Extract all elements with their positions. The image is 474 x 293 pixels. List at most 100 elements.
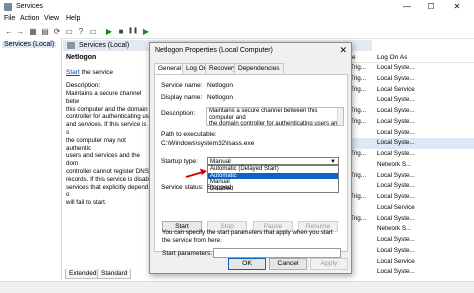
table-row[interactable]: (Trig... Local Syste... — [348, 192, 474, 203]
dialog-description-box: Maintains a secure channel between this … — [206, 107, 344, 126]
table-row[interactable]: Local Syste... — [348, 95, 474, 106]
title-bar: Services — ☐ ✕ — [0, 0, 474, 15]
tree-pane: Services (Local) — [0, 38, 62, 280]
table-row[interactable]: Local Syste... — [348, 138, 474, 149]
start-service-icon[interactable]: ▶ — [104, 27, 114, 36]
refresh-icon[interactable]: ⟳ — [52, 27, 62, 36]
table-row[interactable]: (Trig... Local Syste... — [348, 214, 474, 225]
tab-dependencies[interactable]: Dependencies — [234, 63, 284, 74]
column-startup-type[interactable]: e — [352, 54, 356, 61]
table-row[interactable]: (Trig... Local Syste... — [348, 171, 474, 182]
menu-help[interactable]: Help — [66, 15, 80, 22]
close-button[interactable]: ✕ — [446, 0, 468, 14]
start-params-label: Start parameters: — [162, 250, 213, 257]
table-row[interactable]: (Trig... Local Syste... — [348, 106, 474, 117]
table-row[interactable]: Local Syste... — [348, 128, 474, 139]
general-tab-panel: Service name: Netlogon Display name: Net… — [154, 74, 348, 258]
display-name-value: Netlogon — [207, 94, 234, 101]
description-pane: Netlogon Start the service Description: … — [64, 54, 150, 264]
cancel-button[interactable]: Cancel — [269, 258, 307, 270]
table-row[interactable]: (Trig... Local Syste... — [348, 63, 474, 74]
stop-service-icon[interactable]: ■ — [116, 27, 126, 36]
show-tree-icon[interactable]: ▦ — [28, 27, 38, 36]
table-row[interactable]: Local Syste... — [348, 235, 474, 246]
log-on-as-cell: Local Syste... — [377, 182, 415, 190]
window-title: Services — [16, 3, 43, 10]
menu-file[interactable]: File — [4, 15, 15, 22]
option-automatic-delayed[interactable]: Automatic (Delayed Start) — [208, 166, 338, 173]
log-on-as-cell: Local Syste... — [377, 64, 415, 71]
menu-bar: File Action View Help — [0, 14, 474, 25]
start-params-input[interactable] — [213, 248, 341, 258]
services-app-icon — [4, 3, 12, 11]
log-on-as-cell: Local Syste... — [377, 236, 415, 243]
startup-type-value: Manual — [210, 158, 231, 165]
table-row[interactable]: (Trig... Local Syste... — [348, 117, 474, 128]
properties-icon[interactable]: ▭ — [88, 27, 98, 36]
table-row[interactable]: Local Syste... — [348, 181, 474, 192]
status-bar — [0, 281, 474, 293]
properties-dialog: Netlogon Properties (Local Computer) ✕ G… — [149, 42, 352, 274]
start-link-suffix: the service — [79, 69, 113, 76]
path-label: Path to executable: — [161, 131, 217, 138]
selected-service-name: Netlogon — [66, 54, 97, 61]
table-row[interactable]: Network S... — [348, 160, 474, 171]
option-automatic[interactable]: Automatic — [208, 172, 338, 180]
list-view-icon[interactable]: ▤ — [40, 27, 50, 36]
table-row[interactable]: Local Service — [348, 257, 474, 268]
menu-action[interactable]: Action — [20, 15, 39, 22]
toolbar: ← → ▦ ▤ ⟳ ▭ ? ▭ ▶ ■ ❚❚ ▶ — [0, 25, 474, 39]
tab-extended[interactable]: Extended — [65, 269, 101, 279]
table-row[interactable]: Network S... — [348, 224, 474, 235]
log-on-as-cell: Local Service — [377, 85, 415, 93]
table-row[interactable]: Local Syste... — [348, 246, 474, 257]
start-link[interactable]: Start — [66, 69, 80, 76]
pause-service-icon[interactable]: ❚❚ — [128, 27, 138, 36]
path-value: C:\Windows\system32\lsass.exe — [161, 140, 255, 147]
table-row[interactable]: (Trig... Local Syste... — [348, 74, 474, 85]
red-arrow-icon — [185, 168, 207, 178]
display-name-label: Display name: — [161, 94, 203, 101]
table-row[interactable]: Local Service — [348, 203, 474, 214]
dialog-description-label: Description: — [161, 110, 196, 117]
log-on-as-cell: Local Syste... — [377, 96, 415, 104]
restart-service-icon[interactable]: ▶ — [141, 27, 151, 36]
log-on-as-cell: Local Service — [377, 203, 415, 211]
minimize-button[interactable]: — — [396, 0, 418, 14]
help-icon[interactable]: ? — [76, 27, 86, 36]
log-on-as-cell: Network S... — [377, 225, 412, 233]
startup-type-select[interactable]: Manual ▼ — [207, 157, 339, 165]
menu-view[interactable]: View — [44, 15, 59, 22]
dialog-title: Netlogon Properties (Local Computer) — [155, 47, 273, 54]
maximize-button[interactable]: ☐ — [420, 0, 442, 14]
startup-type-label: Startup type: — [161, 158, 198, 165]
log-on-as-cell: Local Syste... — [377, 214, 415, 222]
log-on-as-cell: Local Syste... — [377, 139, 415, 147]
service-status-value: Stopped — [207, 184, 232, 191]
service-status-label: Service status: — [161, 184, 204, 191]
table-row[interactable]: (Trig... Local Syste... — [348, 149, 474, 160]
log-on-as-cell: Local Syste... — [377, 117, 415, 125]
service-name-value: Netlogon — [207, 82, 234, 89]
back-arrow-icon[interactable]: ← — [4, 27, 14, 36]
ok-button[interactable]: OK — [228, 258, 266, 270]
log-on-as-cell: Local Syste... — [377, 246, 415, 254]
export-icon[interactable]: ▭ — [64, 27, 74, 36]
table-row[interactable]: (Trig... Local Service — [348, 85, 474, 96]
service-name-label: Service name: — [161, 82, 203, 89]
log-on-as-cell: Local Syste... — [377, 107, 415, 114]
start-params-note: You can specify the start parameters tha… — [162, 229, 333, 244]
dialog-close-button[interactable]: ✕ — [339, 45, 347, 56]
forward-arrow-icon[interactable]: → — [15, 27, 25, 36]
apply-button[interactable]: Apply — [310, 258, 348, 270]
tree-item-services-local[interactable]: Services (Local) — [2, 41, 57, 48]
tab-standard[interactable]: Standard — [97, 269, 132, 279]
log-on-as-cell: Local Syste... — [377, 74, 415, 82]
column-log-on-as[interactable]: Log On As — [377, 54, 407, 61]
log-on-as-cell: Local Syste... — [377, 268, 415, 276]
start-service-line: Start the service — [66, 69, 150, 76]
services-gear-icon — [67, 42, 75, 49]
table-row[interactable]: Local Syste... — [348, 267, 474, 278]
description-scrollbar[interactable] — [337, 108, 343, 125]
log-on-as-cell: Local Syste... — [377, 171, 415, 179]
